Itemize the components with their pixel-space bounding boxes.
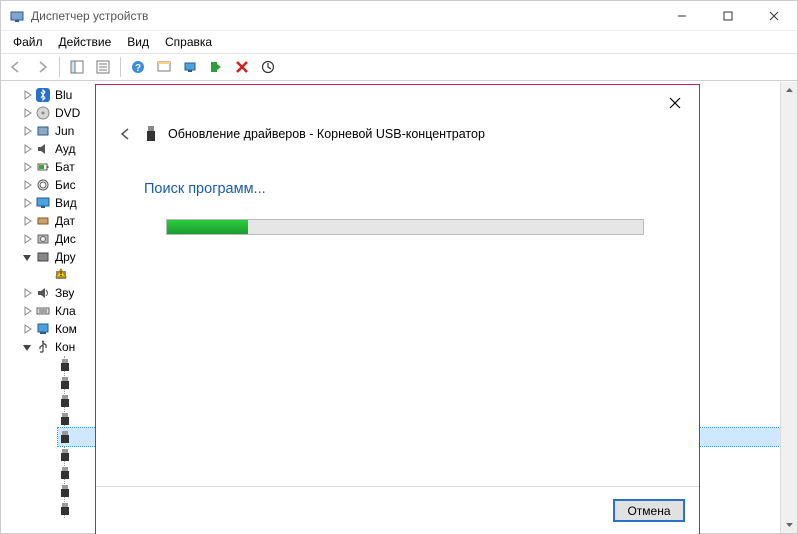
dialog-title: Обновление драйверов - Корневой USB-конц… bbox=[168, 127, 485, 141]
uninstall-device-button[interactable] bbox=[231, 56, 253, 78]
menu-help[interactable]: Справка bbox=[157, 33, 220, 51]
progress-bar bbox=[166, 219, 644, 235]
tree-item-label: Blu bbox=[55, 88, 72, 102]
usb-port-icon bbox=[58, 358, 72, 372]
progress-bar-fill bbox=[167, 220, 248, 234]
usb-device-icon bbox=[144, 125, 158, 143]
cancel-button[interactable]: Отмена bbox=[613, 499, 685, 522]
tree-item-label: Дат bbox=[55, 214, 75, 228]
dialog-footer: Отмена bbox=[96, 486, 699, 534]
update-driver-dialog: Обновление драйверов - Корневой USB-конц… bbox=[95, 84, 700, 534]
tree-item-label: Бат bbox=[55, 160, 75, 174]
content-area: Blu DVD Jun Ауд Бат Бис Вид Дат Дис Дру Зву Кла Ком К… bbox=[1, 81, 797, 533]
menu-action[interactable]: Действие bbox=[51, 33, 120, 51]
tree-item-label: Дру bbox=[55, 250, 76, 264]
expand-toggle-icon[interactable] bbox=[21, 179, 33, 191]
usb-port-icon bbox=[58, 376, 72, 390]
nav-back-button[interactable] bbox=[5, 56, 27, 78]
keyboard-icon bbox=[35, 303, 51, 319]
audio-icon bbox=[35, 141, 51, 157]
toolbar: ? bbox=[1, 53, 797, 81]
scan-changes-button[interactable] bbox=[257, 56, 279, 78]
warn-icon bbox=[53, 267, 69, 283]
dialog-close-button[interactable] bbox=[661, 91, 689, 115]
window-title: Диспетчер устройств bbox=[31, 9, 659, 23]
scroll-track[interactable] bbox=[781, 99, 797, 516]
expand-toggle-icon[interactable] bbox=[21, 197, 33, 209]
tree-item-label: Ауд bbox=[55, 142, 75, 156]
maximize-button[interactable] bbox=[705, 1, 751, 31]
expand-toggle-icon[interactable] bbox=[21, 287, 33, 299]
tree-item-label: Зву bbox=[55, 286, 74, 300]
help-button[interactable]: ? bbox=[127, 56, 149, 78]
update-driver-button[interactable] bbox=[179, 56, 201, 78]
usb-port-icon bbox=[58, 448, 72, 462]
tree-item-label: Кон bbox=[55, 340, 75, 354]
usb-port-icon bbox=[58, 394, 72, 408]
svg-text:?: ? bbox=[135, 63, 141, 74]
expand-toggle-icon[interactable] bbox=[21, 143, 33, 155]
expand-toggle-icon[interactable] bbox=[21, 233, 33, 245]
computer-icon bbox=[35, 321, 51, 337]
expand-toggle-icon[interactable] bbox=[21, 215, 33, 227]
menubar: Файл Действие Вид Справка bbox=[1, 31, 797, 53]
nav-forward-button[interactable] bbox=[31, 56, 53, 78]
expand-toggle-icon[interactable] bbox=[21, 251, 33, 263]
properties-button[interactable] bbox=[92, 56, 114, 78]
other-icon bbox=[35, 249, 51, 265]
sensor-icon bbox=[35, 213, 51, 229]
expand-toggle-icon[interactable] bbox=[21, 89, 33, 101]
disk-icon bbox=[35, 231, 51, 247]
usb-port-icon bbox=[58, 430, 72, 444]
menu-view[interactable]: Вид bbox=[119, 33, 157, 51]
scan-hardware-button[interactable] bbox=[153, 56, 175, 78]
close-button[interactable] bbox=[751, 1, 797, 31]
tree-item-label: Ком bbox=[55, 322, 77, 336]
bluetooth-icon bbox=[35, 87, 51, 103]
expand-toggle-icon[interactable] bbox=[21, 341, 33, 353]
display-icon bbox=[35, 195, 51, 211]
vertical-scrollbar[interactable] bbox=[780, 82, 797, 533]
app-icon bbox=[9, 8, 25, 24]
expand-toggle-icon[interactable] bbox=[21, 161, 33, 173]
toolbar-separator bbox=[120, 57, 121, 77]
device-icon bbox=[35, 123, 51, 139]
fingerprint-icon bbox=[35, 177, 51, 193]
sound-icon bbox=[35, 285, 51, 301]
minimize-button[interactable] bbox=[659, 1, 705, 31]
dialog-status-text: Поиск программ... bbox=[144, 181, 699, 197]
dvd-icon bbox=[35, 105, 51, 121]
tree-item-label: DVD bbox=[55, 106, 80, 120]
expand-toggle-icon[interactable] bbox=[21, 107, 33, 119]
device-manager-window: Диспетчер устройств Файл Действие Вид Сп… bbox=[0, 0, 798, 534]
usb-port-icon bbox=[58, 466, 72, 480]
scroll-down-button[interactable] bbox=[781, 516, 797, 533]
tree-item-label: Вид bbox=[55, 196, 77, 210]
battery-icon bbox=[35, 159, 51, 175]
enable-device-button[interactable] bbox=[205, 56, 227, 78]
dialog-back-button[interactable] bbox=[116, 125, 134, 143]
dialog-header: Обновление драйверов - Корневой USB-конц… bbox=[96, 85, 699, 143]
expand-toggle-icon[interactable] bbox=[21, 125, 33, 137]
usb-port-icon bbox=[58, 412, 72, 426]
usb-port-icon bbox=[58, 484, 72, 498]
toolbar-separator bbox=[59, 57, 60, 77]
usb-port-icon bbox=[58, 502, 72, 516]
expand-toggle-icon[interactable] bbox=[21, 305, 33, 317]
usb-icon bbox=[35, 339, 51, 355]
show-hide-tree-button[interactable] bbox=[66, 56, 88, 78]
scroll-up-button[interactable] bbox=[781, 82, 797, 99]
expand-toggle-icon[interactable] bbox=[21, 323, 33, 335]
tree-item-label: Jun bbox=[55, 124, 74, 138]
tree-item-label: Дис bbox=[55, 232, 76, 246]
tree-item-label: Бис bbox=[55, 178, 76, 192]
menu-file[interactable]: Файл bbox=[5, 33, 51, 51]
titlebar: Диспетчер устройств bbox=[1, 1, 797, 31]
tree-item-label: Кла bbox=[55, 304, 76, 318]
